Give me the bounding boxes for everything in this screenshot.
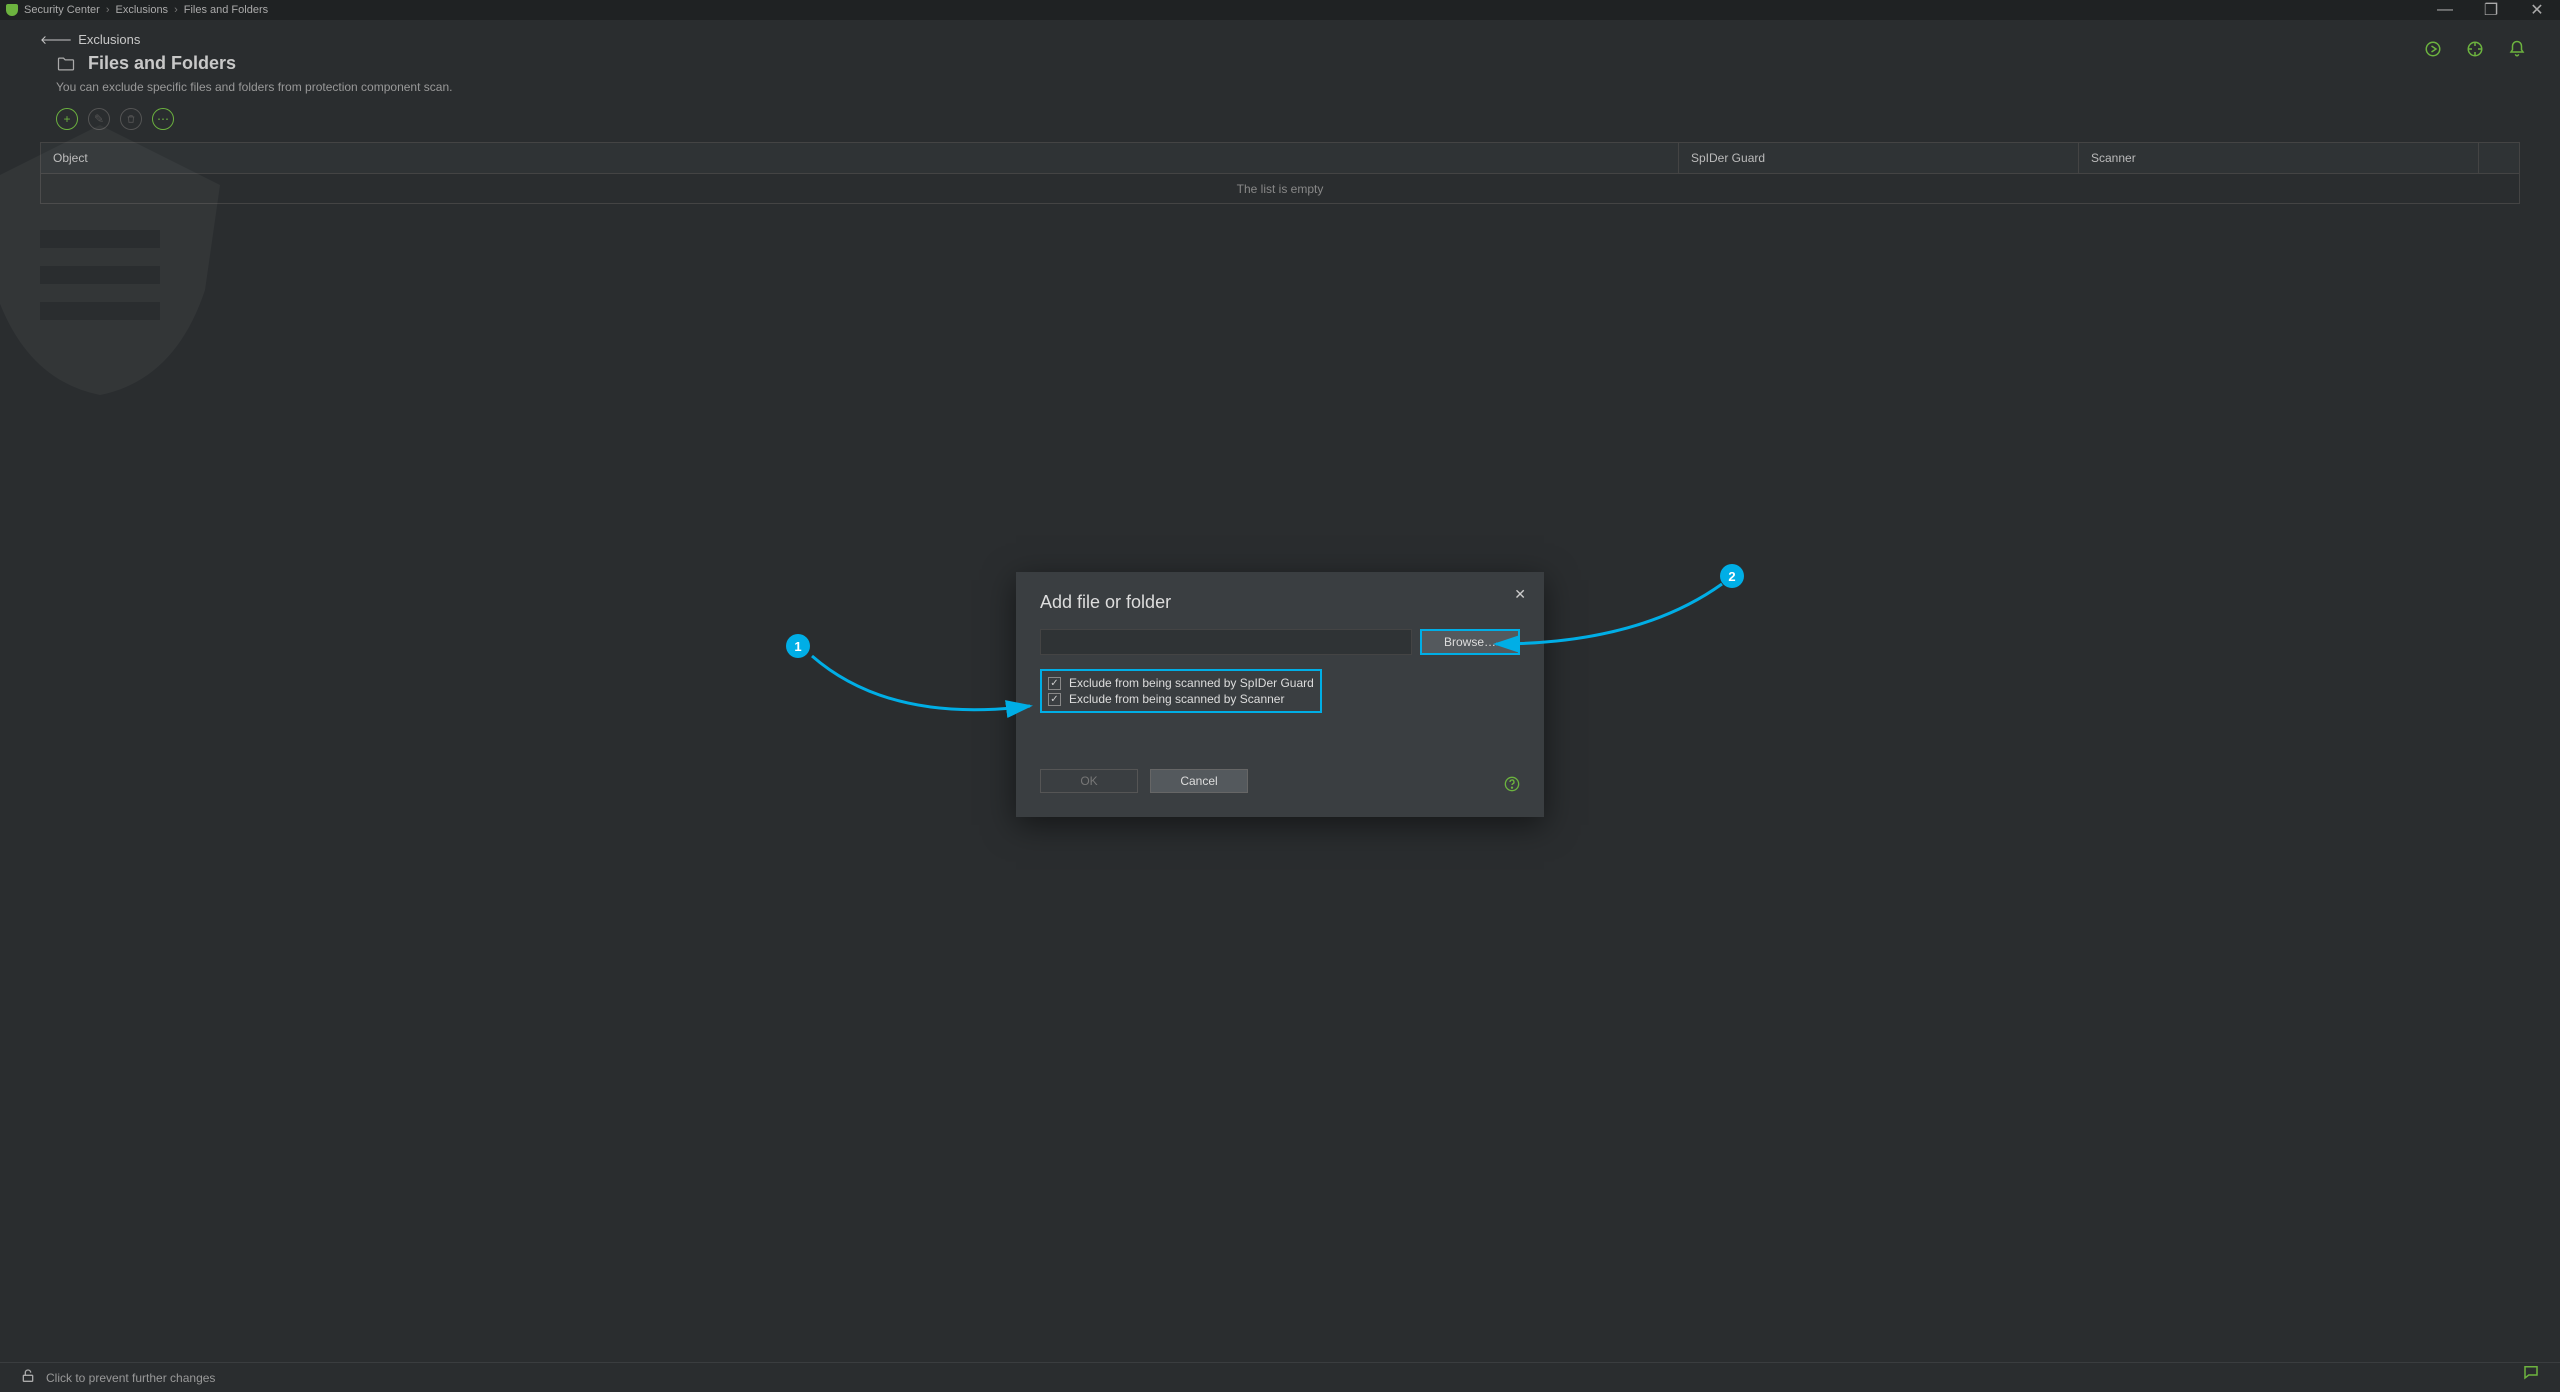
exclude-scanner-checkbox[interactable]: ✓ Exclude from being scanned by Scanner: [1048, 691, 1314, 707]
table-header: Object SpIDer Guard Scanner: [41, 143, 2519, 173]
path-input[interactable]: [1040, 629, 1412, 655]
minimize-button[interactable]: —: [2422, 0, 2468, 20]
add-file-folder-dialog: Add file or folder ✕ Browse… ✓ Exclude f…: [1016, 572, 1544, 817]
close-icon[interactable]: ✕: [1514, 586, 1526, 603]
maximize-button[interactable]: ❐: [2468, 0, 2514, 20]
exclude-spider-checkbox[interactable]: ✓ Exclude from being scanned by SpIDer G…: [1048, 675, 1314, 691]
col-object[interactable]: Object: [41, 143, 1679, 173]
breadcrumb-root[interactable]: Security Center: [24, 4, 100, 16]
folder-icon: [56, 54, 76, 74]
lock-open-icon[interactable]: [20, 1368, 36, 1387]
page-title-text: Files and Folders: [88, 53, 236, 74]
scan-icon[interactable]: [2424, 40, 2442, 63]
back-link[interactable]: 🡐 Exclusions: [0, 20, 2560, 51]
table-empty-message: The list is empty: [41, 173, 2519, 203]
page-title: Files and Folders: [0, 51, 2560, 76]
callout-badge-1: 1: [786, 634, 810, 658]
watermark-logo: [0, 110, 260, 410]
checkbox-checked-icon: ✓: [1048, 677, 1061, 690]
browse-button[interactable]: Browse…: [1420, 629, 1520, 655]
breadcrumb-mid[interactable]: Exclusions: [115, 4, 168, 16]
header-icons: [2424, 40, 2526, 63]
breadcrumb-sep: ›: [174, 4, 178, 16]
title-bar: Security Center › Exclusions › Files and…: [0, 0, 2560, 20]
exclude-scanner-label: Exclude from being scanned by Scanner: [1069, 692, 1284, 706]
col-end: [2479, 143, 2519, 173]
help-icon[interactable]: [1504, 776, 1520, 795]
close-window-button[interactable]: ✕: [2514, 0, 2560, 20]
dialog-title: Add file or folder: [1040, 592, 1520, 613]
col-scanner[interactable]: Scanner: [2079, 143, 2479, 173]
action-bar: + ✎ ⋯: [0, 104, 2560, 142]
footer-bar: Click to prevent further changes: [0, 1362, 2560, 1392]
back-link-label: Exclusions: [78, 32, 140, 47]
app-shield-icon: [6, 4, 18, 16]
exclude-spider-label: Exclude from being scanned by SpIDer Gua…: [1069, 676, 1314, 690]
col-spider-guard[interactable]: SpIDer Guard: [1679, 143, 2079, 173]
chevron-left-icon: 🡐: [40, 32, 72, 47]
chat-icon[interactable]: [2522, 1363, 2540, 1386]
callout-badge-2: 2: [1720, 564, 1744, 588]
breadcrumb-sep: ›: [106, 4, 110, 16]
support-icon[interactable]: [2466, 40, 2484, 63]
ok-button: OK: [1040, 769, 1138, 793]
page-subtitle: You can exclude specific files and folde…: [0, 76, 2560, 104]
cancel-button[interactable]: Cancel: [1150, 769, 1248, 793]
footer-lock-text[interactable]: Click to prevent further changes: [46, 1371, 215, 1385]
breadcrumb-leaf: Files and Folders: [184, 4, 268, 16]
window-controls: — ❐ ✕: [2422, 0, 2560, 20]
checkbox-checked-icon: ✓: [1048, 693, 1061, 706]
exclusions-table: Object SpIDer Guard Scanner The list is …: [40, 142, 2520, 204]
scan-options-group: ✓ Exclude from being scanned by SpIDer G…: [1040, 669, 1322, 713]
bell-icon[interactable]: [2508, 40, 2526, 63]
